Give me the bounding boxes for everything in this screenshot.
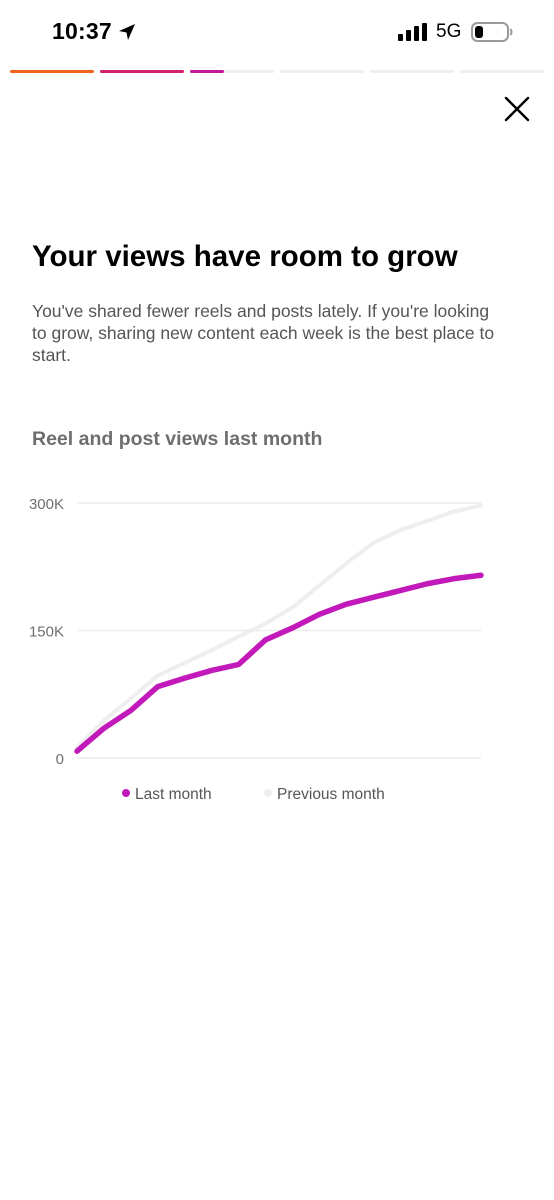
legend-label: Previous month [277,786,385,803]
y-tick-label: 300K [29,496,64,513]
legend-dot [122,789,130,797]
status-bar: 10:37 5G [0,0,554,64]
chart-title: Reel and post views last month [32,428,323,450]
progress-segment [280,70,364,73]
progress-segment [190,70,274,73]
views-line-chart: 0 150K 300K Last month Previous month [0,480,554,820]
progress-segment-fill [100,70,184,73]
progress-segment [10,70,94,73]
description-text: You've shared fewer reels and posts late… [32,301,495,365]
status-time: 10:37 [52,18,112,44]
location-arrow-icon [119,24,135,40]
story-progress-bar [10,70,544,74]
legend-dot [264,789,272,797]
progress-segment-fill [10,70,94,73]
series-line-last-month [74,572,484,754]
close-icon[interactable] [500,92,534,126]
progress-segment [100,70,184,73]
progress-segment [460,70,544,73]
chart-svg: 0 150K 300K Last month Previous month [29,496,484,803]
legend-label: Last month [135,786,212,803]
page-title: Your views have room to grow [32,240,458,273]
cellular-signal-icon [398,23,427,41]
series-line-previous-month [75,503,483,750]
network-type: 5G [436,21,462,42]
battery-icon [471,22,513,42]
progress-segment [370,70,454,73]
progress-segment-fill [190,70,224,73]
y-tick-label: 150K [29,624,64,641]
y-tick-label: 0 [56,751,64,768]
